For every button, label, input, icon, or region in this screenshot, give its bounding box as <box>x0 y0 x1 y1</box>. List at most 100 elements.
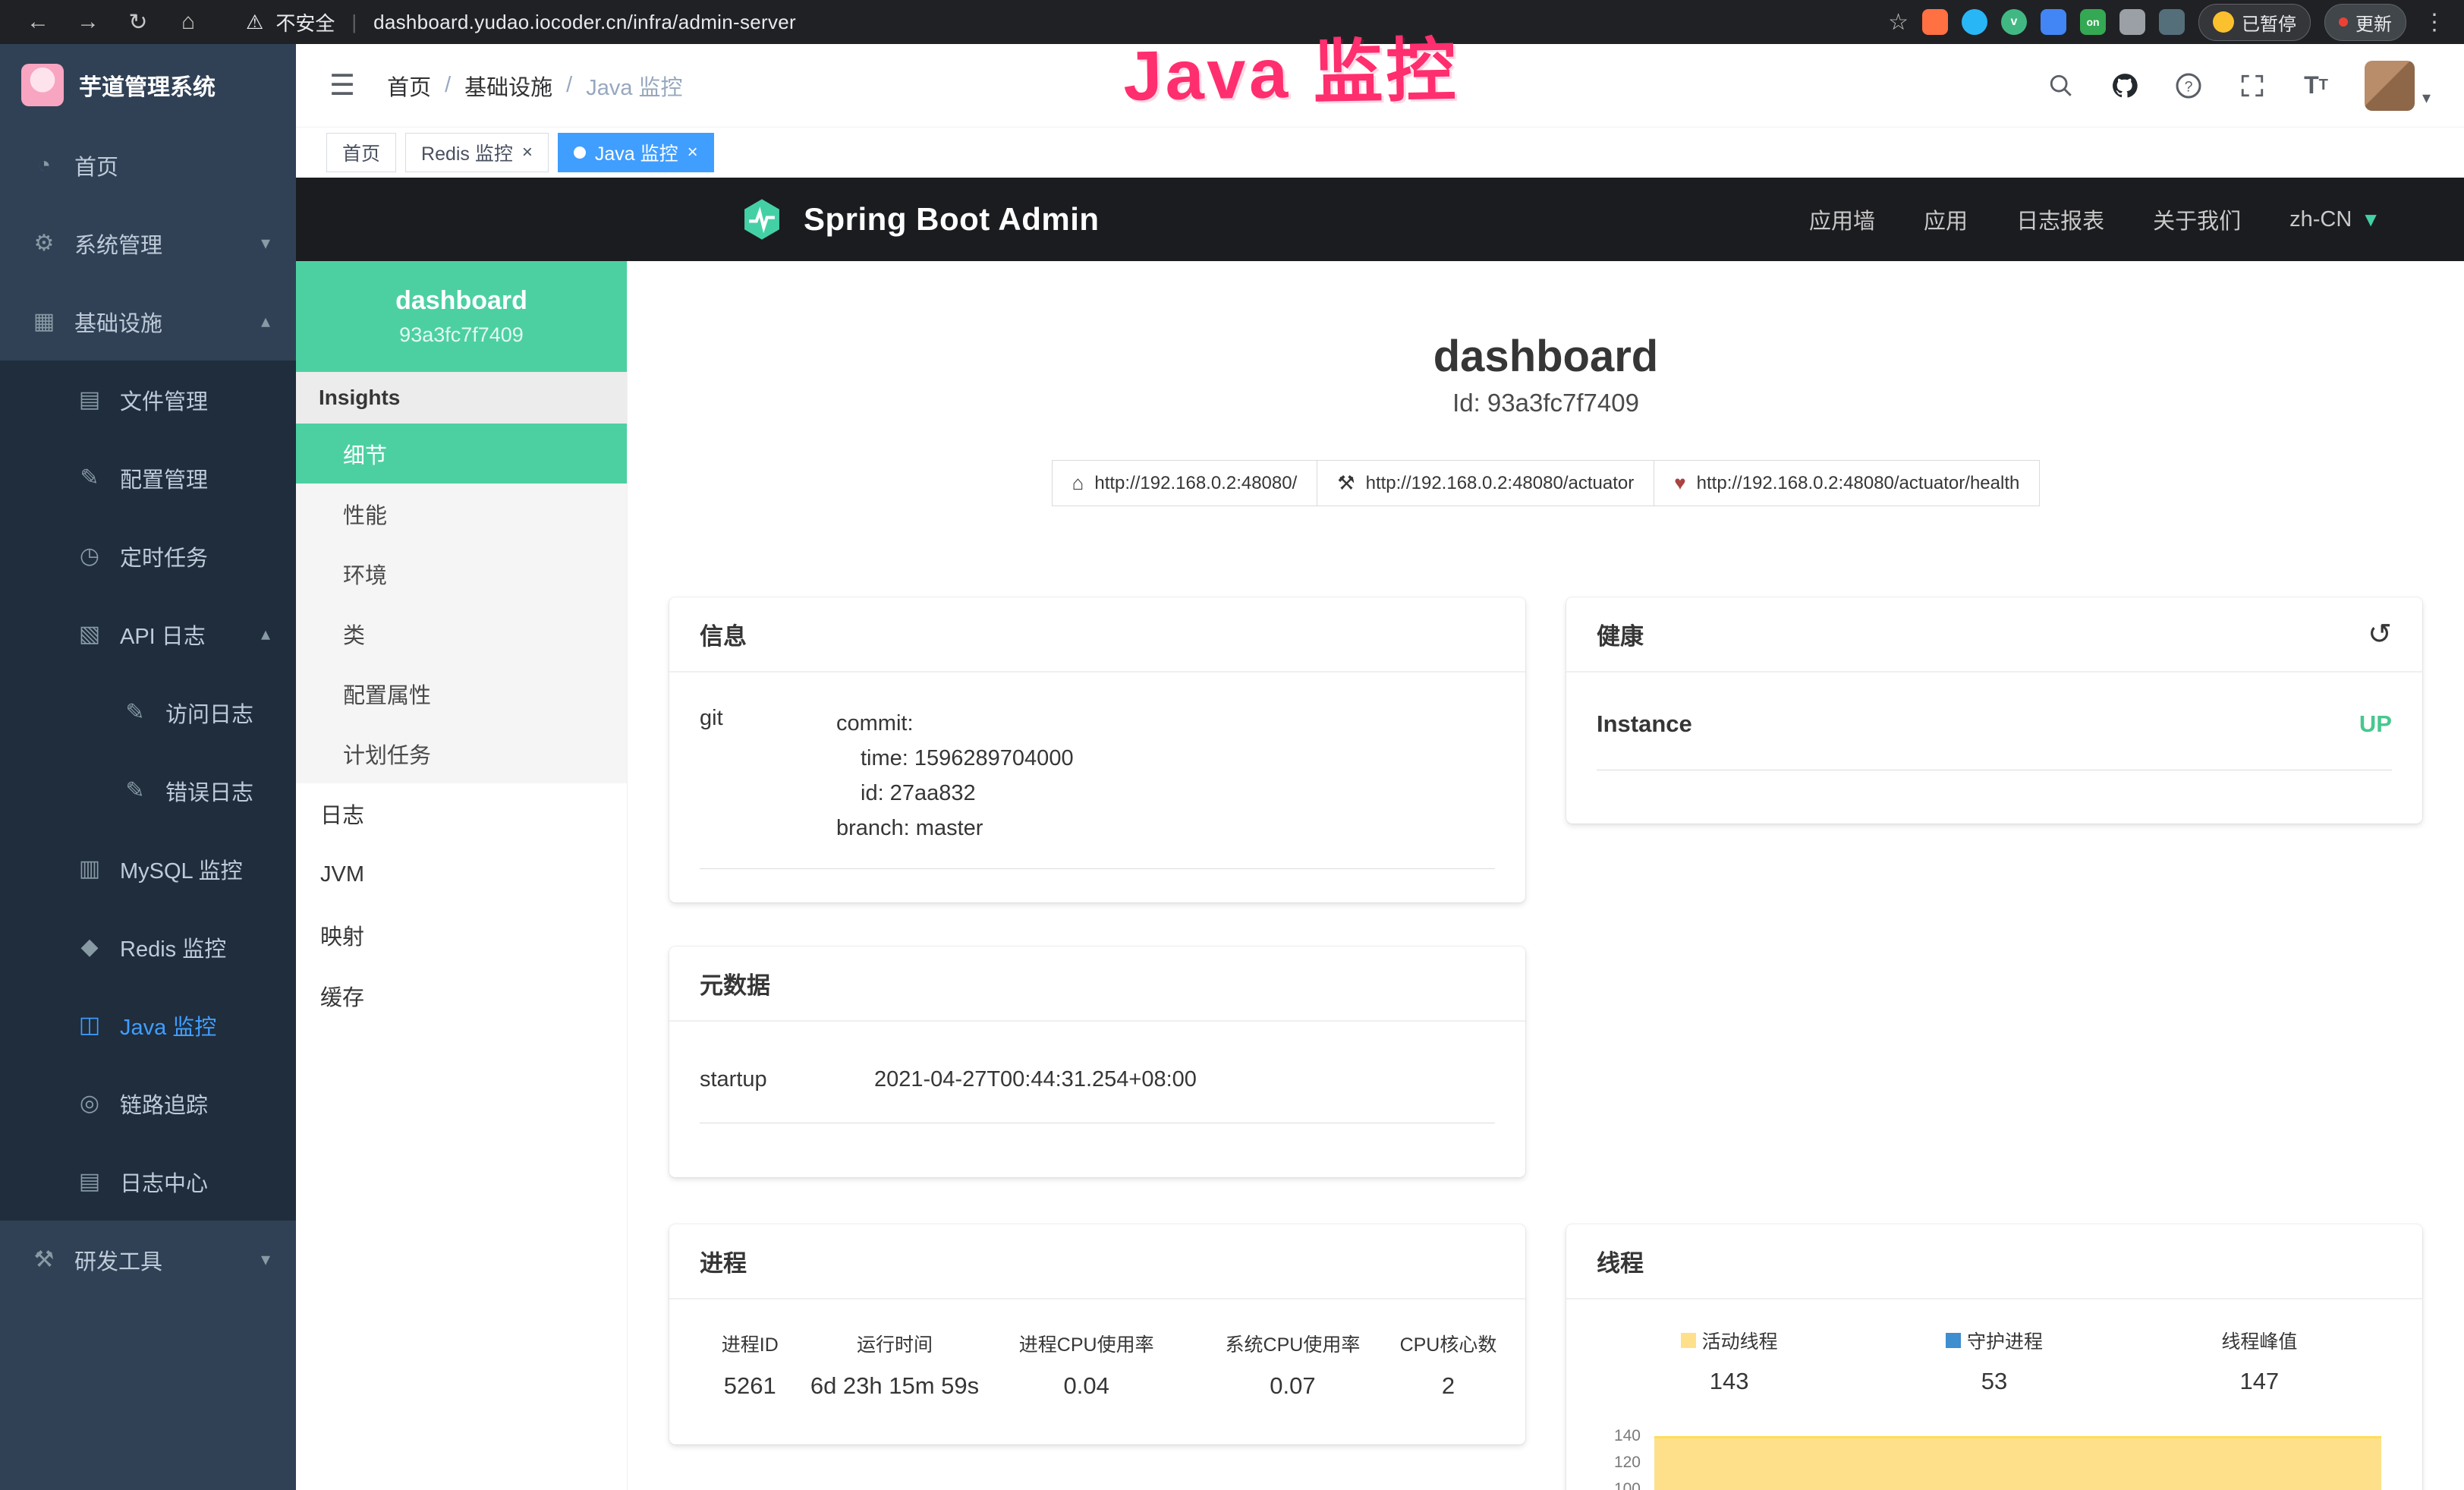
security-label[interactable]: 不安全 <box>275 8 335 36</box>
reload-icon[interactable]: ↻ <box>118 9 158 36</box>
service-url-link[interactable]: ⌂ http://192.168.0.2:48080/ <box>1052 460 1318 506</box>
sba-menu-jvm[interactable]: JVM <box>296 844 627 905</box>
sba-menu-environment[interactable]: 环境 <box>296 543 627 603</box>
sidebar-item-log-center[interactable]: ▤ 日志中心 <box>0 1142 296 1221</box>
app-logo-title: 芋道管理系统 <box>79 68 216 102</box>
app-logo-image <box>21 64 64 106</box>
sidebar-item-dev-tools[interactable]: ⚒ 研发工具 ▾ <box>0 1221 296 1299</box>
sba-menu-config-props[interactable]: 配置属性 <box>296 663 627 723</box>
process-uptime: 6d 23h 15m 59s <box>808 1372 982 1400</box>
sba-menu-classes[interactable]: 类 <box>296 603 627 663</box>
sidebar-item-java-monitor[interactable]: ◫ Java 监控 <box>0 986 296 1064</box>
sidebar-item-config-manage[interactable]: ✎ 配置管理 <box>0 439 296 517</box>
sba-menu-logs[interactable]: 日志 <box>296 783 627 844</box>
legend-label: 守护进程 <box>1967 1327 2043 1354</box>
vue-devtools-icon[interactable]: v <box>2001 9 2027 35</box>
security-warning-icon[interactable]: ⚠ <box>246 11 263 34</box>
threads-legend-values: 143 53 147 <box>1597 1354 2392 1395</box>
sba-menu-details[interactable]: 细节 <box>296 424 627 484</box>
help-icon[interactable]: ? <box>2173 71 2204 101</box>
sba-menu-caches[interactable]: 缓存 <box>296 966 627 1026</box>
update-button[interactable]: 更新 <box>2324 4 2406 41</box>
github-icon[interactable] <box>2110 71 2140 101</box>
sba-menu-metrics[interactable]: 性能 <box>296 484 627 543</box>
sba-main: dashboard Id: 93a3fc7f7409 ⌂ http://192.… <box>628 261 2464 1490</box>
sidebar-toggle-icon[interactable]: ☰ <box>329 68 355 102</box>
dark-extension-icon[interactable] <box>2159 9 2185 35</box>
page-title: dashboard <box>628 334 2464 380</box>
sidebar-item-label: 访问日志 <box>165 697 253 729</box>
close-icon[interactable]: × <box>688 143 698 162</box>
leaf-extension-icon[interactable] <box>2119 9 2145 35</box>
app-logo[interactable]: 芋道管理系统 <box>0 44 296 126</box>
edit-icon: ✎ <box>76 465 103 491</box>
home-icon[interactable]: ⌂ <box>168 9 208 35</box>
back-icon[interactable]: ← <box>18 9 58 35</box>
sidebar-item-mysql-monitor[interactable]: ▥ MySQL 监控 <box>0 830 296 908</box>
chevron-down-icon: ▾ <box>261 1249 270 1271</box>
tab-java-monitor[interactable]: Java 监控 × <box>558 133 714 172</box>
locale-select[interactable]: zh-CN ▼ <box>2289 207 2381 232</box>
sba-menu-scheduled-tasks[interactable]: 计划任务 <box>296 723 627 783</box>
chrome-toolbar: ☆ v on 已暂停 更新 ⋮ <box>1888 4 2446 41</box>
info-card-title: 信息 <box>669 597 1525 673</box>
system-cpu: 0.07 <box>1191 1372 1394 1400</box>
sidebar-item-home[interactable]: ◔ 首页 <box>0 126 296 204</box>
sidebar-item-api-log[interactable]: ▧ API 日志 ▴ <box>0 595 296 673</box>
url-text[interactable]: dashboard.yudao.iocoder.cn/infra/admin-s… <box>373 11 796 34</box>
app-sidebar: 芋道管理系统 ◔ 首页 ⚙ 系统管理 ▾ ▦ 基础设施 ▴ ▤ 文件管理 ✎ 配… <box>0 44 296 1490</box>
sidebar-item-redis-monitor[interactable]: ◆ Redis 监控 <box>0 908 296 986</box>
history-icon[interactable]: ↺ <box>2368 617 2392 651</box>
sba-nav-links: 应用墙 应用 日志报表 关于我们 zh-CN ▼ <box>1809 203 2381 235</box>
bookmark-star-icon[interactable]: ☆ <box>1888 9 1909 36</box>
sidebar-item-label: Java 监控 <box>120 1010 216 1041</box>
column-header: CPU核心数 <box>1394 1330 1503 1357</box>
font-size-icon[interactable]: TT <box>2301 71 2331 101</box>
right-column: 健康 ↺ Instance UP 线程 活 <box>1566 597 2422 1490</box>
chevron-down-icon: ▾ <box>2422 88 2431 111</box>
file-icon: ▤ <box>76 386 103 413</box>
search-icon[interactable] <box>2046 71 2076 101</box>
close-icon[interactable]: × <box>522 143 533 162</box>
threads-card-body: 活动线程 守护进程 线程峰值 143 53 147 <box>1566 1299 2422 1490</box>
sidebar-item-access-log[interactable]: ✎ 访问日志 <box>0 673 296 751</box>
address-bar[interactable]: ⚠ 不安全 | dashboard.yudao.iocoder.cn/infra… <box>246 8 1877 36</box>
health-card-header: 健康 ↺ <box>1566 597 2422 673</box>
fullscreen-icon[interactable] <box>2237 71 2267 101</box>
sba-nav-journal[interactable]: 日志报表 <box>2016 203 2104 235</box>
sba-brand[interactable]: Spring Boot Admin <box>740 197 1100 241</box>
switch-extension-icon[interactable]: on <box>2080 9 2106 35</box>
browser-menu-icon[interactable]: ⋮ <box>2423 9 2446 36</box>
sidebar-item-file-manage[interactable]: ▤ 文件管理 <box>0 361 296 439</box>
avatar[interactable] <box>2365 61 2415 111</box>
forward-icon[interactable]: → <box>68 9 108 35</box>
drop-extension-icon[interactable] <box>1962 9 1987 35</box>
user-menu[interactable]: ▾ <box>2365 61 2431 111</box>
health-url-link[interactable]: ♥ http://192.168.0.2:48080/actuator/heal… <box>1654 460 2040 506</box>
sidebar-item-infra[interactable]: ▦ 基础设施 ▴ <box>0 282 296 361</box>
paused-badge[interactable]: 已暂停 <box>2198 4 2311 41</box>
breadcrumb-home[interactable]: 首页 <box>387 70 431 102</box>
sidebar-item-scheduled-jobs[interactable]: ◷ 定时任务 <box>0 517 296 595</box>
fox-extension-icon[interactable] <box>1922 9 1948 35</box>
legend-label: 线程峰值 <box>2221 1327 2297 1354</box>
sidebar-item-label: 配置管理 <box>120 462 208 494</box>
sba-nav-applications[interactable]: 应用 <box>1924 203 1968 235</box>
sidebar-item-tracing[interactable]: ◎ 链路追踪 <box>0 1064 296 1142</box>
sba-logo-icon <box>740 197 784 241</box>
info-value: commit: time: 1596289704000 id: 27aa832 … <box>836 706 1074 846</box>
puzzle-extension-icon[interactable] <box>2041 9 2066 35</box>
sba-nav-wallboard[interactable]: 应用墙 <box>1809 203 1875 235</box>
tab-home[interactable]: 首页 <box>326 133 396 172</box>
svg-text:?: ? <box>2185 78 2193 95</box>
error-log-icon: ✎ <box>121 777 149 804</box>
breadcrumb-infra[interactable]: 基础设施 <box>464 70 552 102</box>
sidebar-item-error-log[interactable]: ✎ 错误日志 <box>0 751 296 830</box>
sba-nav-about[interactable]: 关于我们 <box>2153 203 2241 235</box>
health-instance-label: Instance <box>1597 710 1692 738</box>
actuator-url-link[interactable]: ⚒ http://192.168.0.2:48080/actuator <box>1317 460 1654 506</box>
legend-daemon-threads: 守护进程 <box>1861 1327 2126 1354</box>
sidebar-item-system[interactable]: ⚙ 系统管理 ▾ <box>0 204 296 282</box>
tab-redis-monitor[interactable]: Redis 监控 × <box>405 133 549 172</box>
sba-menu-mappings[interactable]: 映射 <box>296 905 627 966</box>
